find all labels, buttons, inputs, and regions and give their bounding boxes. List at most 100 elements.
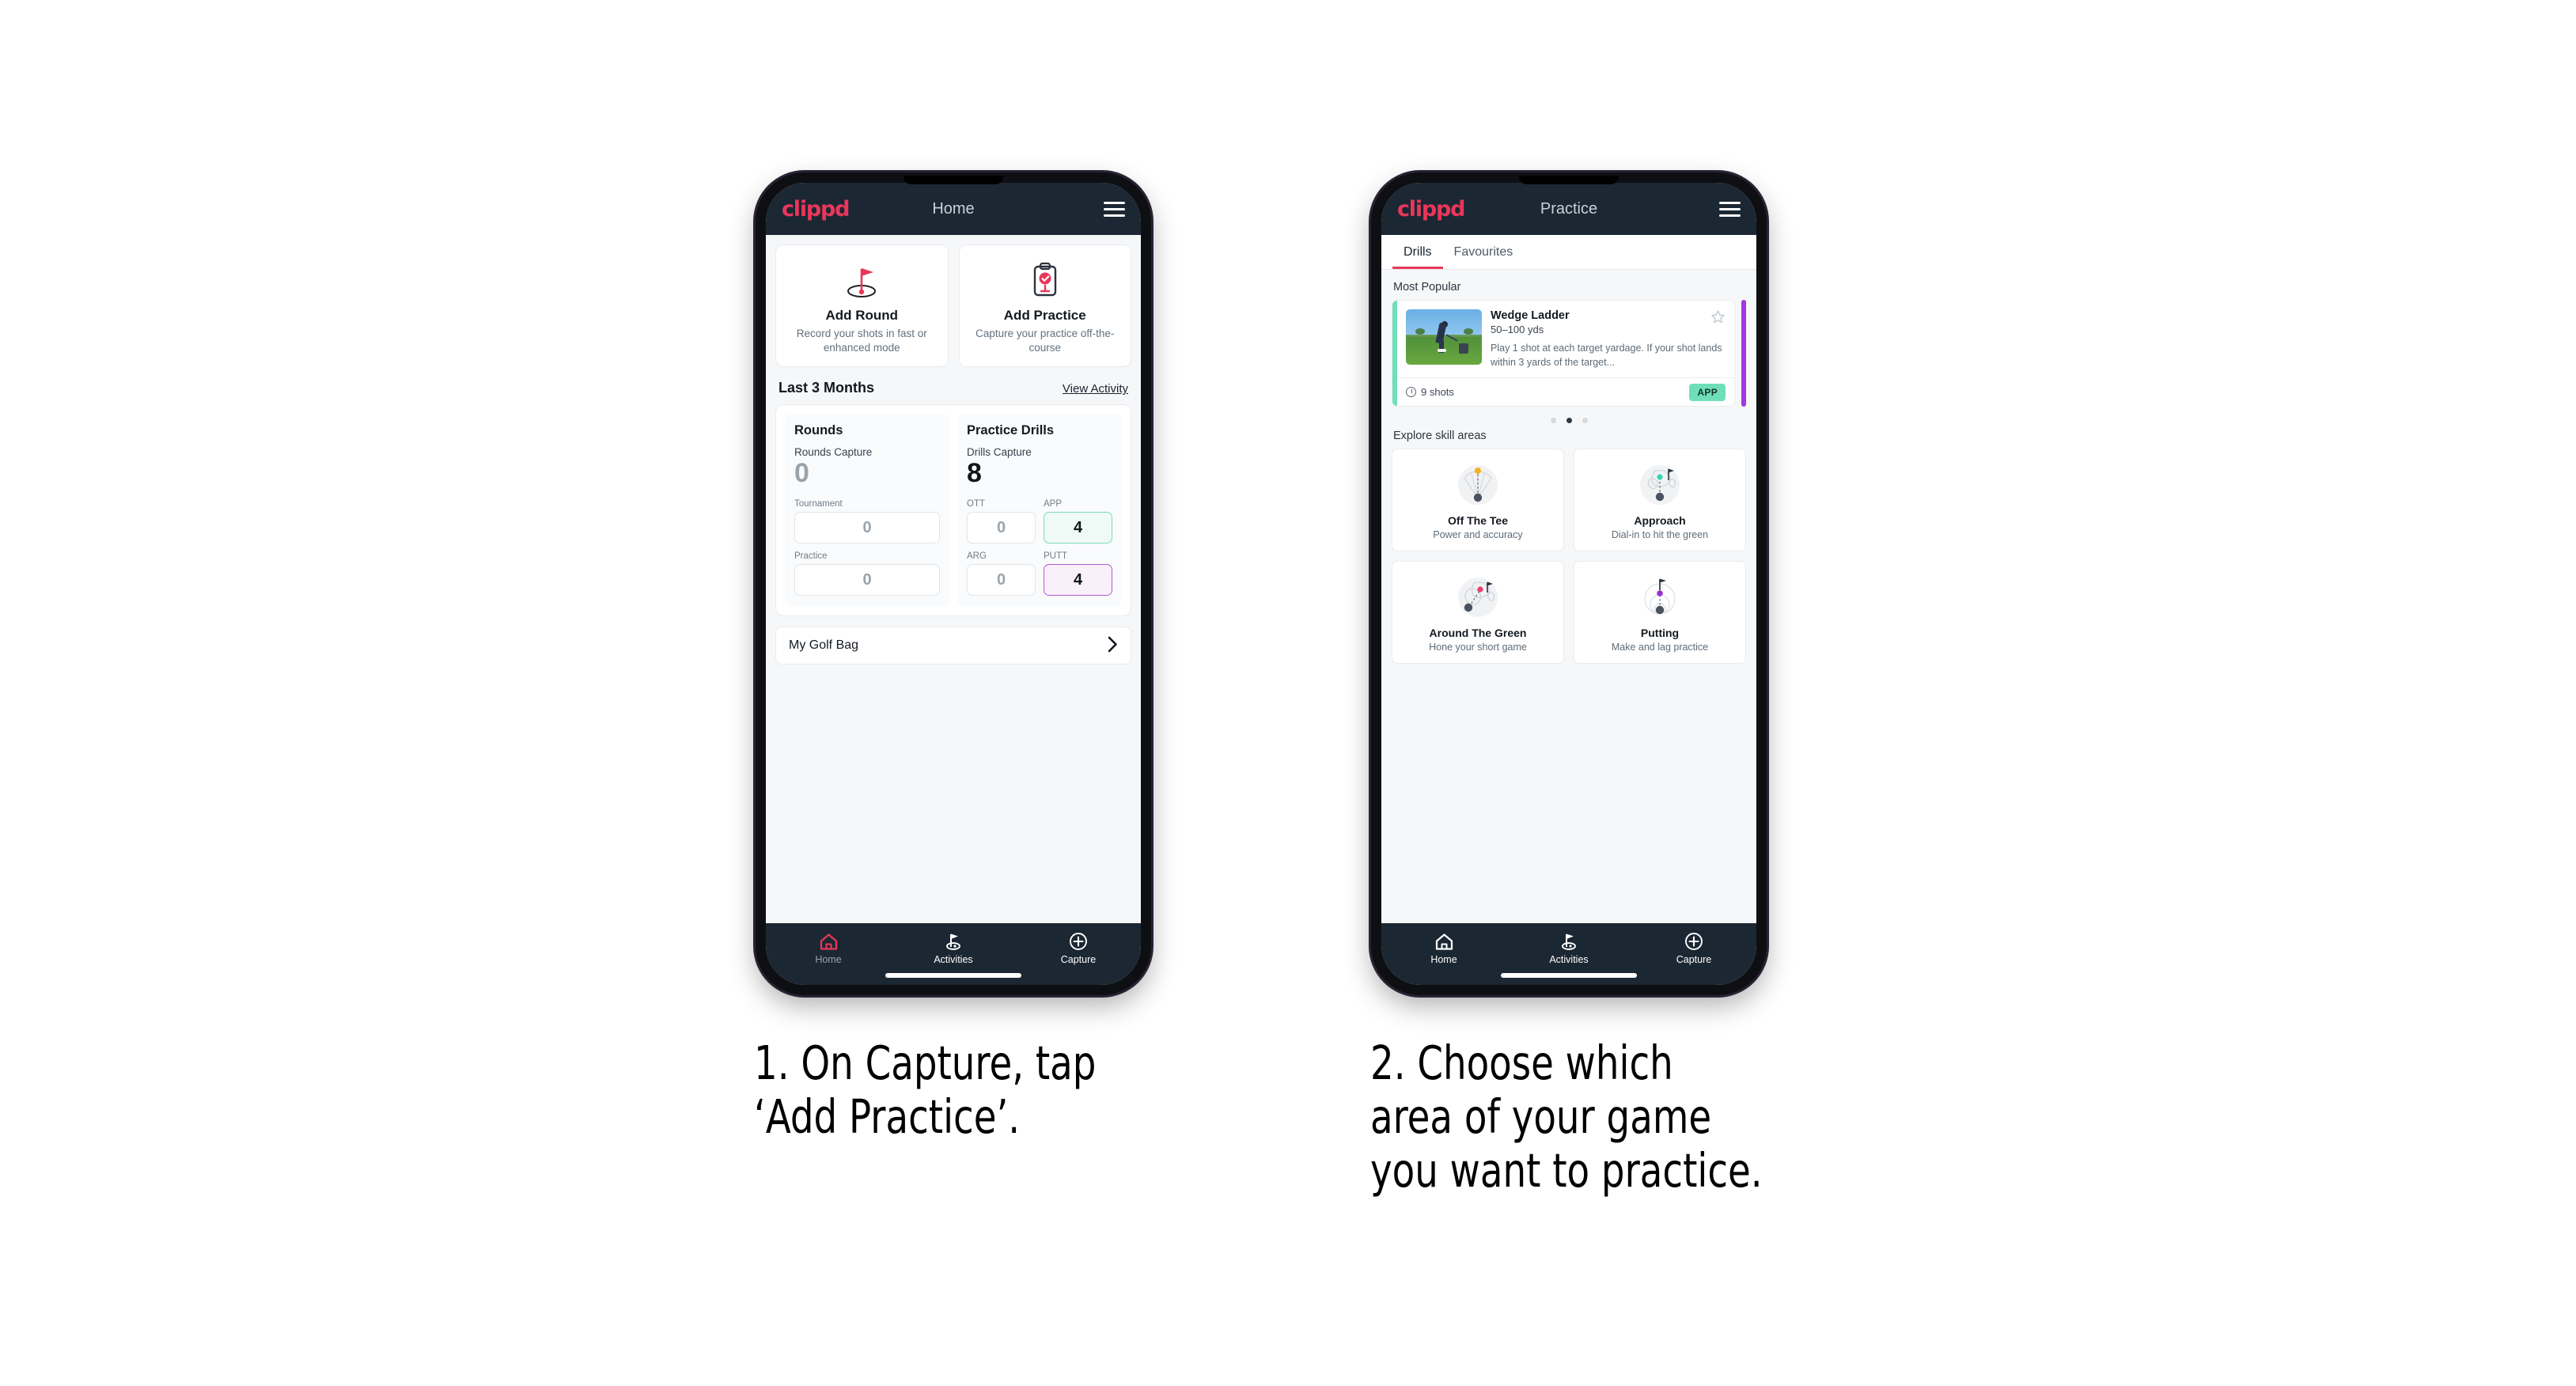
skill-card-off-the-tee[interactable]: Off The Tee Power and accuracy — [1392, 449, 1564, 552]
drill-thumbnail — [1406, 309, 1482, 365]
carousel-dot-2[interactable] — [1566, 418, 1572, 424]
hamburger-icon[interactable] — [1104, 201, 1125, 217]
last-3-months-header: Last 3 Months View Activity — [775, 367, 1131, 404]
ott-value[interactable]: 0 — [967, 512, 1036, 544]
skill-title: Approach — [1634, 514, 1686, 528]
practice-value[interactable]: 0 — [794, 564, 940, 596]
caption-step-2: 2. Choose which area of your game you wa… — [1370, 1036, 1763, 1198]
plus-circle-icon — [1016, 931, 1141, 952]
drills-fields: OTT 0 APP 4 ARG 0 PUTT 4 — [967, 499, 1112, 596]
golf-flag-icon — [891, 931, 1016, 952]
clippd-logo[interactable]: clippd — [1397, 197, 1466, 222]
putt-label: PUTT — [1044, 551, 1068, 562]
app-label: APP — [1044, 499, 1063, 509]
carousel-dot-1[interactable] — [1550, 418, 1556, 424]
phone-mockup-practice: clippd Practice Drills Favourites Most P… — [1371, 172, 1767, 995]
phone-mockup-home: clippd Home Add Round Record your shots … — [756, 172, 1151, 995]
carousel-dots[interactable] — [1392, 407, 1746, 426]
nav-capture[interactable]: Capture — [1016, 931, 1141, 965]
drills-capture-value: 8 — [967, 458, 982, 489]
star-outline-icon[interactable] — [1710, 309, 1726, 327]
rounds-capture-value: 0 — [794, 458, 809, 489]
page-root: clippd Home Add Round Record your shots … — [0, 0, 2576, 1386]
nav-activities-label: Activities — [934, 954, 973, 965]
tournament-value[interactable]: 0 — [794, 512, 940, 544]
skill-title: Putting — [1640, 627, 1680, 640]
putt-value[interactable]: 4 — [1044, 564, 1112, 596]
explore-skill-areas-heading: Explore skill areas — [1393, 430, 1487, 443]
next-drill-card-peek[interactable] — [1741, 300, 1746, 407]
drills-title: Practice Drills — [967, 423, 1055, 438]
drills-field-row-1: OTT 0 APP 4 — [967, 499, 1112, 544]
nav-home[interactable]: Home — [1381, 931, 1506, 965]
off-the-tee-icon — [1397, 459, 1559, 511]
skill-card-putting[interactable]: Putting Make and lag practice — [1574, 561, 1746, 665]
chevron-right-icon — [1108, 636, 1118, 656]
clippd-logo[interactable]: clippd — [782, 197, 850, 222]
nav-activities-label: Activities — [1549, 954, 1589, 965]
practice-tabs: Drills Favourites — [1381, 235, 1756, 270]
drill-description: Play 1 shot at each target yardage. If y… — [1491, 343, 1722, 369]
tab-favourites[interactable]: Favourites — [1443, 235, 1525, 269]
skill-subtitle: Power and accuracy — [1433, 529, 1523, 541]
add-practice-subtitle: Capture your practice off-the-course — [975, 328, 1115, 354]
phone2-screen: clippd Practice Drills Favourites Most P… — [1381, 183, 1756, 985]
phone2-bottom-nav: Home Activities Capture — [1381, 923, 1756, 985]
phone1-screen: clippd Home Add Round Record your shots … — [766, 183, 1141, 985]
carousel-dot-3[interactable] — [1582, 418, 1588, 424]
ott-field-group: OTT 0 — [967, 499, 1036, 544]
drill-card-footer: 9 shots APP — [1397, 377, 1734, 406]
caption-step-1: 1. On Capture, tap ‘Add Practice’. — [754, 1036, 1097, 1144]
drill-shots: 9 shots — [1421, 386, 1454, 399]
tournament-label: Tournament — [794, 499, 843, 509]
skill-subtitle: Make and lag practice — [1611, 642, 1709, 653]
drills-field-row-2: ARG 0 PUTT 4 — [967, 551, 1112, 596]
putt-field-group: PUTT 4 — [1044, 551, 1112, 596]
plus-circle-icon — [1631, 931, 1756, 952]
home-icon — [766, 931, 891, 952]
nav-capture[interactable]: Capture — [1631, 931, 1756, 965]
nav-activities[interactable]: Activities — [891, 931, 1016, 965]
tab-drills[interactable]: Drills — [1392, 235, 1443, 269]
clipboard-check-tee-icon — [966, 259, 1125, 303]
skill-subtitle: Dial-in to hit the green — [1611, 529, 1709, 541]
drill-card-main: Wedge Ladder 50–100 yds Play 1 shot at e… — [1397, 301, 1734, 406]
golf-flag-icon — [1506, 931, 1631, 952]
drill-carousel[interactable]: Wedge Ladder 50–100 yds Play 1 shot at e… — [1392, 300, 1746, 407]
drill-name: Wedge Ladder — [1491, 309, 1570, 322]
section-title: Last 3 Months — [778, 380, 875, 396]
nav-activities[interactable]: Activities — [1506, 931, 1631, 965]
drill-card-wedge-ladder[interactable]: Wedge Ladder 50–100 yds Play 1 shot at e… — [1392, 300, 1735, 407]
practice-label: Practice — [794, 551, 828, 562]
add-round-card[interactable]: Add Round Record your shots in fast or e… — [775, 244, 949, 368]
app-field-group: APP 4 — [1044, 499, 1112, 544]
skill-subtitle: Hone your short game — [1429, 642, 1527, 653]
hamburger-icon[interactable] — [1719, 201, 1741, 217]
phone2-content: Drills Favourites Most Popular Wedge Lad… — [1381, 235, 1756, 923]
practice-drills-column: Practice Drills Drills Capture 8 OTT 0 A… — [957, 414, 1122, 608]
nav-capture-label: Capture — [1676, 954, 1712, 965]
rounds-column: Rounds Rounds Capture 0 Tournament 0 Pra… — [785, 414, 949, 608]
approach-icon — [1579, 459, 1741, 511]
arg-value[interactable]: 0 — [967, 564, 1036, 596]
home-icon — [1381, 931, 1506, 952]
nav-home-label: Home — [815, 954, 842, 965]
skill-areas-grid: Off The Tee Power and accuracy Approach … — [1392, 449, 1746, 665]
clock-icon — [1406, 387, 1416, 398]
my-golf-bag-row[interactable]: My Golf Bag — [775, 627, 1131, 665]
skill-card-approach[interactable]: Approach Dial-in to hit the green — [1574, 449, 1746, 552]
phone-notch — [903, 176, 1003, 184]
app-value[interactable]: 4 — [1044, 512, 1112, 544]
rounds-title: Rounds — [794, 423, 843, 438]
phone1-appbar: clippd Home — [766, 183, 1141, 235]
add-practice-card[interactable]: Add Practice Capture your practice off-t… — [958, 244, 1131, 368]
drill-category-badge: APP — [1689, 383, 1726, 401]
drill-card-top: Wedge Ladder 50–100 yds Play 1 shot at e… — [1397, 301, 1734, 377]
practice-body: Most Popular Wedge Ladder 50–100 yds Pla… — [1381, 270, 1756, 665]
golf-flag-hole-icon — [782, 259, 941, 303]
home-indicator — [885, 973, 1021, 978]
skill-card-around-the-green[interactable]: Around The Green Hone your short game — [1392, 561, 1564, 665]
nav-home-label: Home — [1430, 954, 1457, 965]
nav-home[interactable]: Home — [766, 931, 891, 965]
view-activity-link[interactable]: View Activity — [1063, 382, 1128, 396]
